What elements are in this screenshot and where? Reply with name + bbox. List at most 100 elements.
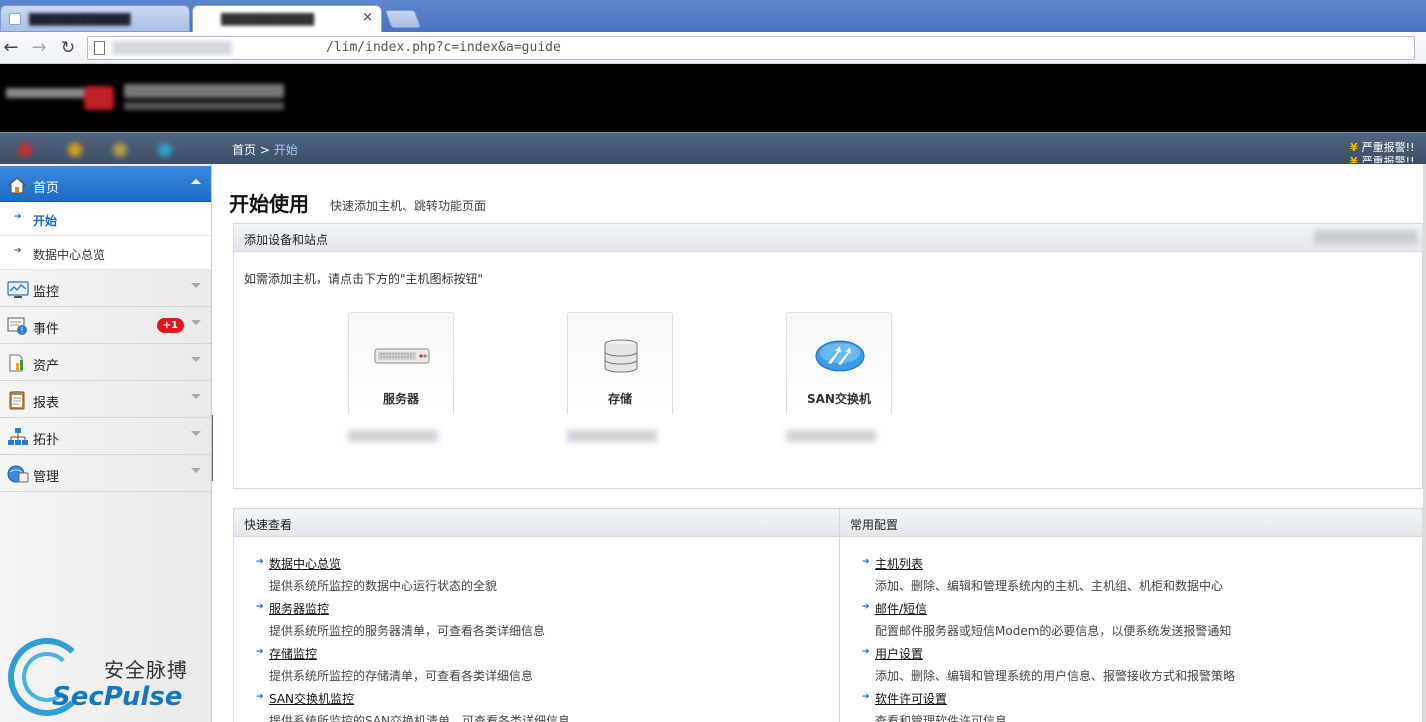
sidebar-item-label: 拓扑 bbox=[33, 433, 60, 448]
reload-icon[interactable]: ↻ bbox=[57, 37, 79, 59]
url-path: /lim/index.php?c=index&a=guide bbox=[326, 40, 561, 55]
page-favicon-icon bbox=[9, 13, 21, 25]
alarm-notice[interactable]: ¥ 严重报警!! ¥ 严重报警!! bbox=[1348, 137, 1426, 163]
quick-link-desc: 提供系统所监控的数据中心运行状态的全貌 bbox=[269, 579, 498, 593]
toolbar-icons-blurred bbox=[8, 139, 208, 159]
tab-title-blurred: ████████████ bbox=[29, 13, 131, 26]
config-link-mail-sms[interactable]: 邮件/短信 bbox=[875, 600, 927, 617]
quick-link-desc: 提供系统所监控的SAN交换机清单，可查看各类详细信息 bbox=[269, 714, 571, 722]
event-icon: ! bbox=[7, 316, 27, 336]
breadcrumb-separator: > bbox=[256, 143, 274, 157]
sidebar-item-reports[interactable]: 报表 bbox=[0, 381, 211, 418]
panel-title: 常用配置 bbox=[850, 518, 899, 532]
config-link-desc: 查看和管理软件许可信息 bbox=[875, 714, 1008, 722]
browser-tabstrip: ████████████ ███████████ × bbox=[0, 0, 1426, 32]
quick-link-desc: 提供系统所监控的存储清单，可查看各类详细信息 bbox=[269, 669, 534, 683]
app-header bbox=[0, 64, 1426, 132]
browser-toolbar: ← → ↻ /lim/index.php?c=index&a=guide bbox=[0, 32, 1426, 64]
device-label: 服务器 bbox=[382, 392, 419, 406]
arrow-bullet-icon: ➔ bbox=[256, 647, 264, 657]
arrow-bullet-icon: ➔ bbox=[256, 602, 264, 612]
device-caption-blurred bbox=[348, 430, 438, 442]
panel-header-blurred bbox=[1314, 230, 1418, 244]
breadcrumb-bar: 首页 > 开始 ¥ 严重报警!! ¥ 严重报警!! bbox=[0, 132, 1426, 164]
add-storage-button[interactable]: 存储 bbox=[567, 312, 673, 414]
quick-link-desc: 提供系统所监控的服务器清单，可查看各类详细信息 bbox=[269, 624, 546, 638]
quick-view-panel: 快速查看 ➔ 数据中心总览 提供系统所监控的数据中心运行状态的全貌 ➔ 服务器监… bbox=[233, 508, 840, 722]
arrow-bullet-icon: ➔ bbox=[256, 557, 264, 567]
sidebar-item-topology[interactable]: 拓扑 bbox=[0, 418, 211, 455]
sidebar-item-assets[interactable]: 资产 bbox=[0, 344, 211, 381]
tab-close-icon[interactable]: × bbox=[362, 10, 373, 25]
chevron-down-icon bbox=[191, 320, 201, 325]
quick-link-datacenter[interactable]: 数据中心总览 bbox=[269, 555, 341, 572]
chevron-down-icon bbox=[191, 357, 201, 362]
sidebar-subitem-label: 开始 bbox=[33, 214, 58, 228]
arrow-bullet-icon: ➔ bbox=[14, 212, 22, 222]
watermark-en-text: SecPulse bbox=[52, 682, 183, 712]
quick-link-server-monitor[interactable]: 服务器监控 bbox=[269, 600, 329, 617]
chevron-down-icon bbox=[191, 468, 201, 473]
chevron-up-icon bbox=[191, 179, 201, 184]
panel-header: 快速查看 bbox=[234, 509, 840, 537]
panel-title: 快速查看 bbox=[244, 518, 293, 532]
config-link-license[interactable]: 软件许可设置 bbox=[875, 690, 947, 707]
panel-header: 添加设备和站点 bbox=[234, 224, 1422, 252]
forward-arrow-icon[interactable]: → bbox=[28, 37, 50, 59]
config-link-desc: 添加、删除、编辑和管理系统的用户信息、报警接收方式和报警策略 bbox=[875, 669, 1236, 683]
breadcrumb-current[interactable]: 开始 bbox=[274, 143, 298, 157]
quick-link-san-monitor[interactable]: SAN交换机监控 bbox=[269, 690, 354, 707]
storage-database-icon bbox=[604, 339, 638, 373]
add-server-button[interactable]: 服务器 bbox=[348, 312, 454, 414]
sidebar-subitem-label: 数据中心总览 bbox=[33, 248, 106, 262]
panel-title: 添加设备和站点 bbox=[244, 233, 329, 247]
chevron-down-icon bbox=[191, 394, 201, 399]
back-arrow-icon[interactable]: ← bbox=[0, 37, 22, 59]
sidebar-item-manage[interactable]: 管理 bbox=[0, 455, 211, 492]
browser-tab-inactive[interactable]: ████████████ bbox=[0, 5, 190, 32]
arrow-bullet-icon: ➔ bbox=[14, 246, 22, 256]
config-link-user-settings[interactable]: 用户设置 bbox=[875, 645, 923, 662]
server-icon bbox=[374, 348, 430, 364]
sidebar-item-label: 事件 bbox=[33, 322, 60, 337]
sidebar-subitem-datacenter[interactable]: ➔ 数据中心总览 bbox=[0, 236, 211, 270]
sidebar-item-label: 管理 bbox=[33, 470, 60, 485]
events-count-badge: +1 bbox=[156, 318, 184, 333]
monitor-icon bbox=[7, 279, 29, 299]
main-content: 开始使用 快速添加主机、跳转功能页面 添加设备和站点 如需添加主机，请点击下方的… bbox=[213, 164, 1426, 722]
sidebar-item-label: 首页 bbox=[33, 181, 60, 196]
breadcrumb-home[interactable]: 首页 bbox=[232, 143, 256, 157]
page-title: 开始使用 bbox=[229, 192, 309, 216]
config-link-desc: 添加、删除、编辑和管理系统内的主机、主机组、机柜和数据中心 bbox=[875, 579, 1224, 593]
address-bar[interactable]: /lim/index.php?c=index&a=guide bbox=[87, 36, 1415, 60]
quick-link-storage-monitor[interactable]: 存储监控 bbox=[269, 645, 317, 662]
browser-tab-active[interactable]: ███████████ × bbox=[192, 5, 382, 32]
secpulse-watermark: 安全脉搏 SecPulse bbox=[8, 636, 198, 718]
arrow-bullet-icon: ➔ bbox=[862, 692, 870, 702]
add-device-panel: 添加设备和站点 如需添加主机，请点击下方的"主机图标按钮" 服务器 存储 SAN… bbox=[233, 223, 1423, 489]
new-tab-button[interactable] bbox=[384, 10, 422, 28]
manage-icon bbox=[7, 464, 29, 484]
warning-icon: ¥ bbox=[1350, 155, 1358, 163]
sidebar-item-home[interactable]: 首页 bbox=[0, 166, 211, 202]
sidebar-item-label: 监控 bbox=[33, 285, 60, 300]
device-caption-blurred bbox=[567, 430, 657, 442]
sidebar-item-monitor[interactable]: 监控 bbox=[0, 270, 211, 307]
device-caption-blurred bbox=[786, 430, 876, 442]
arrow-bullet-icon: ➔ bbox=[862, 602, 870, 612]
sidebar-subitem-start[interactable]: ➔ 开始 bbox=[0, 202, 211, 236]
device-label: 存储 bbox=[607, 392, 632, 406]
sidebar-item-events[interactable]: ! 事件 +1 bbox=[0, 307, 211, 344]
sidebar-item-label: 资产 bbox=[33, 359, 60, 374]
config-link-desc: 配置邮件服务器或短信Modem的必要信息，以便系统发送报警通知 bbox=[875, 624, 1232, 638]
add-san-switch-button[interactable]: SAN交换机 bbox=[786, 312, 892, 414]
assets-icon bbox=[7, 353, 27, 373]
common-config-panel: 常用配置 ➔ 主机列表 添加、删除、编辑和管理系统内的主机、主机组、机柜和数据中… bbox=[839, 508, 1423, 722]
sidebar: 首页 ➔ 开始 ➔ 数据中心总览 监控 ! 事件 +1 资产 报表 拓扑 管理 … bbox=[0, 164, 212, 722]
watermark-cn-text: 安全脉搏 bbox=[104, 658, 188, 682]
chevron-down-icon bbox=[191, 283, 201, 288]
url-host-blurred bbox=[112, 41, 232, 55]
config-link-host-list[interactable]: 主机列表 bbox=[875, 555, 923, 572]
svg-text:!: ! bbox=[20, 326, 23, 335]
arrow-bullet-icon: ➔ bbox=[862, 557, 870, 567]
